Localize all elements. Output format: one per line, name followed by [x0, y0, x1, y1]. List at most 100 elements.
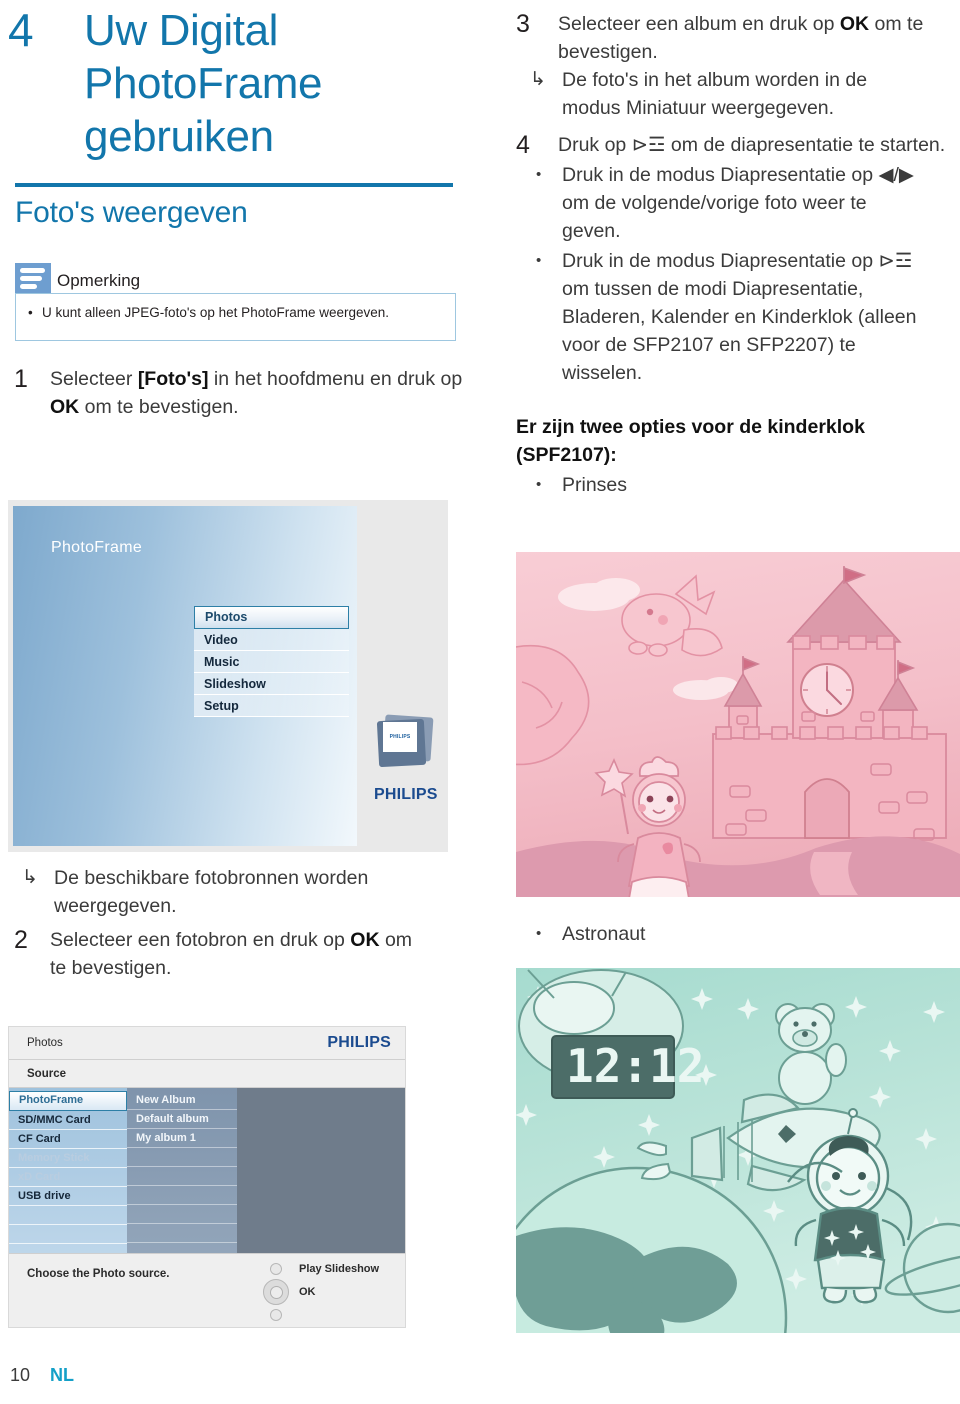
list-item: • U kunt alleen JPEG-foto's op het Photo… — [28, 304, 445, 322]
sub-bullet-2: • Druk in de modus Diapresentatie op ⊳☲ … — [516, 247, 960, 387]
arrow-icon: ↳ — [22, 867, 38, 888]
option-label: Astronaut — [562, 923, 646, 945]
device-menu-list: Photos Video Music Slideshow Setup — [194, 606, 349, 717]
philips-logo: PHILIPS — [374, 786, 438, 803]
princess-castle-illustration — [516, 552, 960, 897]
result-text: De beschikbare fotobronnen worden weerge… — [54, 867, 369, 917]
photo-princess-clock — [516, 552, 960, 897]
step-4: 4 Druk op ⊳☲ om de diapresentatie te sta… — [516, 131, 960, 159]
source-list: PhotoFrame SD/MMC Card CF Card Memory St… — [9, 1088, 127, 1253]
play-slideshow-row[interactable]: Play Slideshow — [263, 1260, 403, 1278]
menu-item-slideshow[interactable]: Slideshow — [194, 673, 349, 695]
option-astronaut: • Astronaut — [516, 920, 645, 948]
bullet-icon: • — [536, 252, 542, 269]
preview-pane — [237, 1088, 405, 1253]
screen-subtitle: Source — [9, 1060, 405, 1088]
step-number: 3 — [516, 10, 530, 38]
screen-panes: PhotoFrame SD/MMC Card CF Card Memory St… — [9, 1088, 405, 1253]
source-item-sd-mmc-card[interactable]: SD/MMC Card — [9, 1111, 127, 1130]
device-icon-brand: PHILIPS — [383, 722, 417, 752]
screen-title: Photos — [27, 1037, 63, 1049]
album-item-empty — [127, 1148, 237, 1167]
option-princess: • Prinses — [516, 471, 960, 499]
section-title: Foto's weergeven — [15, 196, 248, 229]
language-code: NL — [50, 1365, 75, 1385]
menu-item-photos[interactable]: Photos — [194, 606, 349, 629]
bullet-icon: • — [536, 476, 542, 493]
menu-item-video[interactable]: Video — [194, 629, 349, 651]
page-footer: 10 NL — [10, 1365, 74, 1386]
album-item-my1[interactable]: My album 1 — [127, 1129, 237, 1148]
down-button-icon[interactable] — [270, 1309, 282, 1321]
result-line-3: ↳ De foto's in het album worden in de mo… — [516, 66, 960, 122]
photoframe-product-icon: PHILIPS — [376, 714, 434, 768]
section-divider — [15, 183, 453, 187]
step-number: 1 — [14, 365, 28, 393]
source-item-cf-card[interactable]: CF Card — [9, 1130, 127, 1149]
album-item-empty — [127, 1224, 237, 1243]
digital-clock-time: 12:12 — [566, 1039, 704, 1093]
step-text: Selecteer een fotobron en druk op OK om … — [50, 929, 413, 979]
manual-page: 4 Uw Digital PhotoFrame gebruiken Foto's… — [0, 0, 960, 1404]
ok-button-icon[interactable] — [263, 1279, 289, 1305]
option-label: Prinses — [562, 474, 628, 496]
ok-row[interactable]: OK — [263, 1278, 403, 1306]
note-label: Opmerking — [57, 271, 141, 290]
sub-bullet-text: Druk in de modus Diapresentatie op ⊳☲ om… — [562, 250, 917, 384]
screen-footer: Choose the Photo source. Play Slideshow … — [9, 1253, 405, 1327]
step-text: Druk op ⊳☲ om de diapresentatie te start… — [558, 134, 946, 156]
source-item-photoframe[interactable]: PhotoFrame — [9, 1091, 127, 1111]
source-item-xd-card[interactable]: xD Card — [9, 1168, 127, 1187]
source-item-empty — [9, 1225, 127, 1244]
sub-bullet-1: • Druk in de modus Diapresentatie op ◀/▶… — [516, 161, 960, 245]
album-item-empty — [127, 1186, 237, 1205]
page-number: 10 — [10, 1365, 31, 1385]
ok-label: OK — [299, 1286, 316, 1298]
step-text: Selecteer [Foto's] in het hoofdmenu en d… — [50, 368, 463, 418]
step-1: 1 Selecteer [Foto's] in het hoofdmenu en… — [8, 365, 468, 421]
up-button-icon[interactable] — [270, 1263, 282, 1275]
album-item-empty — [127, 1205, 237, 1224]
album-item-new[interactable]: New Album — [127, 1091, 237, 1110]
step-number: 4 — [516, 131, 530, 159]
album-item-default[interactable]: Default album — [127, 1110, 237, 1129]
bullet-icon: • — [28, 305, 33, 320]
kinderklok-heading: Er zijn twee opties voor de kinderklok (… — [516, 416, 865, 466]
result-text: De foto's in het album worden in de modu… — [562, 69, 868, 119]
chapter-heading: 4 Uw Digital PhotoFrame gebruiken — [8, 0, 468, 163]
source-item-empty — [9, 1206, 127, 1225]
screenshot-photo-source: Photos PHILIPS Source PhotoFrame SD/MMC … — [8, 1026, 406, 1328]
note-body: • U kunt alleen JPEG-foto's op het Photo… — [15, 293, 456, 341]
arrow-icon: ↳ — [530, 69, 546, 90]
bullet-icon: • — [536, 925, 542, 942]
step-number: 2 — [14, 926, 28, 954]
device-screen: PhotoFrame Photos Video Music Slideshow … — [13, 506, 357, 846]
album-item-empty — [127, 1167, 237, 1186]
menu-item-setup[interactable]: Setup — [194, 695, 349, 717]
photo-astronaut-clock: 12:12 — [516, 968, 960, 1333]
button-cluster: Play Slideshow OK — [263, 1260, 403, 1324]
device-screen-title: PhotoFrame — [51, 539, 143, 556]
step-2: 2 Selecteer een fotobron en druk op OK o… — [8, 926, 468, 982]
step-text: Selecteer een album en druk op OK om te … — [558, 13, 924, 63]
footer-hint: Choose the Photo source. — [27, 1268, 170, 1280]
left-column-continued: ↳ De beschikbare fotobronnen worden weer… — [8, 862, 468, 982]
right-column: 3 Selecteer een album en druk op OK om t… — [516, 0, 960, 499]
play-slideshow-label: Play Slideshow — [299, 1263, 380, 1275]
left-column: 4 Uw Digital PhotoFrame gebruiken Foto's… — [8, 0, 468, 421]
album-list: New Album Default album My album 1 — [127, 1088, 237, 1253]
bullet-icon: • — [536, 166, 542, 183]
chapter-number: 4 — [8, 4, 34, 56]
result-line-1: ↳ De beschikbare fotobronnen worden weer… — [8, 864, 468, 920]
note-box: Opmerking • U kunt alleen JPEG-foto's op… — [15, 263, 456, 341]
step-3: 3 Selecteer een album en druk op OK om t… — [516, 10, 960, 66]
chapter-title: Uw Digital PhotoFrame gebruiken — [84, 6, 323, 161]
note-item-text: U kunt alleen JPEG-foto's op het PhotoFr… — [42, 305, 390, 320]
device-bezel-right: PHILIPS PHILIPS — [360, 506, 443, 846]
menu-item-music[interactable]: Music — [194, 651, 349, 673]
source-item-usb-drive[interactable]: USB drive — [9, 1187, 127, 1206]
source-item-memory-stick[interactable]: Memory Stick — [9, 1149, 127, 1168]
down-row[interactable] — [263, 1306, 403, 1324]
note-icon — [15, 263, 51, 293]
philips-logo: PHILIPS — [327, 1034, 391, 1051]
